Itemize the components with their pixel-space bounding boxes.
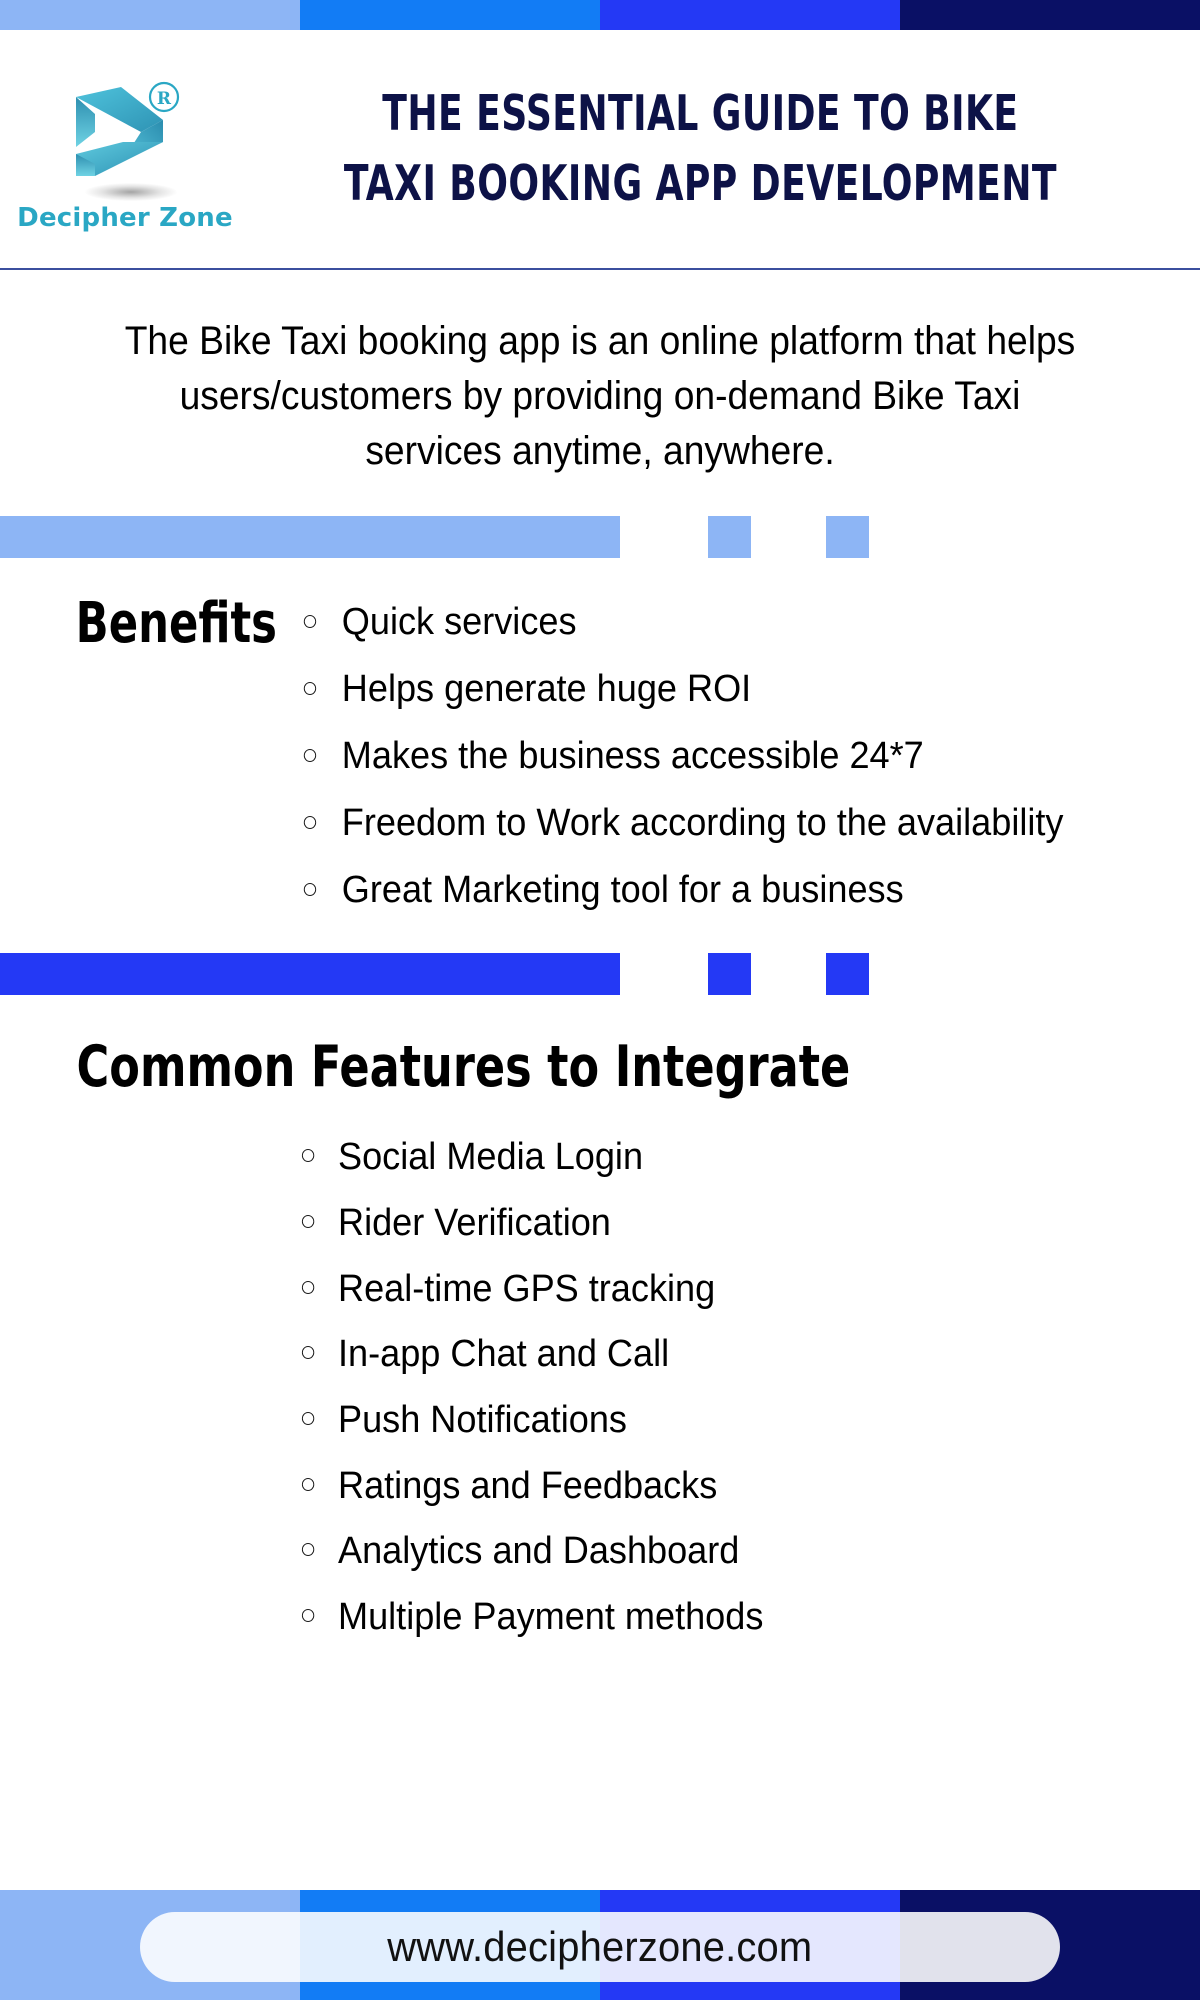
divider-light-gap-1 — [620, 516, 708, 558]
list-item: Makes the business accessible 24*7 — [300, 730, 1117, 784]
divider-royal-small-bar-1 — [707, 953, 752, 996]
list-item-label: Makes the business accessible 24*7 — [341, 735, 924, 778]
intro-paragraph: The Bike Taxi booking app is an online p… — [124, 319, 1076, 473]
list-item-label: Great Marketing tool for a business — [341, 869, 904, 912]
bullet-circle-icon — [301, 1149, 315, 1163]
page-title-line-2: TAXI BOOKING APP DEVELOPMENT — [343, 155, 1057, 212]
list-item-label: Rider Verification — [338, 1201, 611, 1244]
list-item: Multiple Payment methods — [300, 1590, 1155, 1645]
bullet-circle-icon — [301, 1543, 315, 1557]
bullet-circle-icon — [303, 615, 317, 629]
bullet-circle-icon — [303, 682, 317, 696]
list-item: Freedom to Work according to the availab… — [300, 797, 1117, 851]
header: R Decipher Zone THE ESSENTIAL GUIDE TO B… — [0, 30, 1200, 270]
list-item: Ratings and Feedbacks — [300, 1459, 1155, 1514]
divider-royal-gap-2 — [751, 953, 825, 995]
brand-logo[interactable]: R Decipher Zone — [0, 30, 250, 268]
list-item: Great Marketing tool for a business — [300, 864, 1117, 918]
divider-light-small-bar-2 — [825, 516, 869, 559]
features-heading: Common Features to Integrate — [76, 1034, 851, 1101]
divider-royal-blue — [0, 953, 1200, 996]
divider-royal-gap-1 — [620, 953, 708, 995]
bullet-circle-icon — [301, 1412, 315, 1426]
top-strip-segment-2 — [300, 0, 600, 30]
divider-light-small-bar-1 — [707, 516, 752, 559]
features-list: Social Media Login Rider Verification Re… — [0, 1096, 1200, 1645]
bullet-circle-icon — [301, 1609, 315, 1623]
list-item-label: Analytics and Dashboard — [338, 1530, 740, 1573]
list-item-label: Multiple Payment methods — [338, 1596, 764, 1639]
divider-light-gap-2 — [751, 516, 825, 558]
list-item-label: Social Media Login — [338, 1136, 644, 1179]
list-item: Analytics and Dashboard — [300, 1524, 1155, 1579]
list-item-label: Helps generate huge ROI — [341, 668, 752, 711]
list-item-label: Freedom to Work according to the availab… — [341, 802, 1064, 845]
list-item: Real-time GPS tracking — [300, 1262, 1155, 1317]
bullet-circle-icon — [303, 816, 317, 830]
bullet-circle-icon — [303, 749, 317, 763]
list-item-label: Push Notifications — [338, 1399, 627, 1442]
top-color-strip — [0, 0, 1200, 30]
list-item: Quick services — [300, 596, 1117, 650]
page-title: THE ESSENTIAL GUIDE TO BIKE TAXI BOOKING… — [336, 79, 1115, 218]
benefits-section: Benefits Quick services Helps generate h… — [0, 558, 1200, 931]
decipher-zone-arrow-logo-icon: R — [63, 72, 188, 201]
list-item-label: Real-time GPS tracking — [338, 1267, 716, 1310]
list-item: Rider Verification — [300, 1196, 1155, 1251]
list-item-label: In-app Chat and Call — [338, 1333, 670, 1376]
benefits-heading: Benefits — [75, 591, 277, 657]
divider-light-blue — [0, 516, 1200, 559]
list-item: Helps generate huge ROI — [300, 663, 1117, 717]
footer-url-pill[interactable]: www.decipherzone.com — [140, 1912, 1060, 1982]
divider-light-main-bar — [0, 516, 621, 559]
bullet-circle-icon — [301, 1477, 315, 1491]
registered-trademark-icon: R — [148, 81, 179, 112]
bullet-circle-icon — [303, 883, 317, 897]
svg-text:R: R — [156, 89, 171, 109]
website-url[interactable]: www.decipherzone.com — [387, 1923, 812, 1971]
top-strip-segment-1 — [0, 0, 300, 30]
divider-royal-small-bar-2 — [825, 953, 869, 996]
logo-drop-shadow — [84, 182, 177, 201]
page-title-line-1: THE ESSENTIAL GUIDE TO BIKE — [382, 85, 1019, 143]
benefits-list: Quick services Helps generate huge ROI M… — [300, 596, 1200, 931]
list-item: Push Notifications — [300, 1393, 1155, 1448]
footer: www.decipherzone.com — [0, 1890, 1200, 2000]
list-item: Social Media Login — [300, 1130, 1155, 1185]
list-item: In-app Chat and Call — [300, 1327, 1155, 1382]
list-item-label: Ratings and Feedbacks — [338, 1464, 718, 1507]
top-strip-segment-3 — [600, 0, 900, 30]
brand-wordmark: Decipher Zone — [17, 202, 233, 233]
top-strip-segment-4 — [900, 0, 1200, 30]
bullet-circle-icon — [301, 1280, 315, 1294]
list-item-label: Quick services — [341, 601, 577, 644]
features-section: Common Features to Integrate Social Medi… — [0, 995, 1200, 1645]
bullet-circle-icon — [301, 1214, 315, 1228]
divider-royal-main-bar — [0, 953, 621, 996]
bullet-circle-icon — [301, 1346, 315, 1360]
